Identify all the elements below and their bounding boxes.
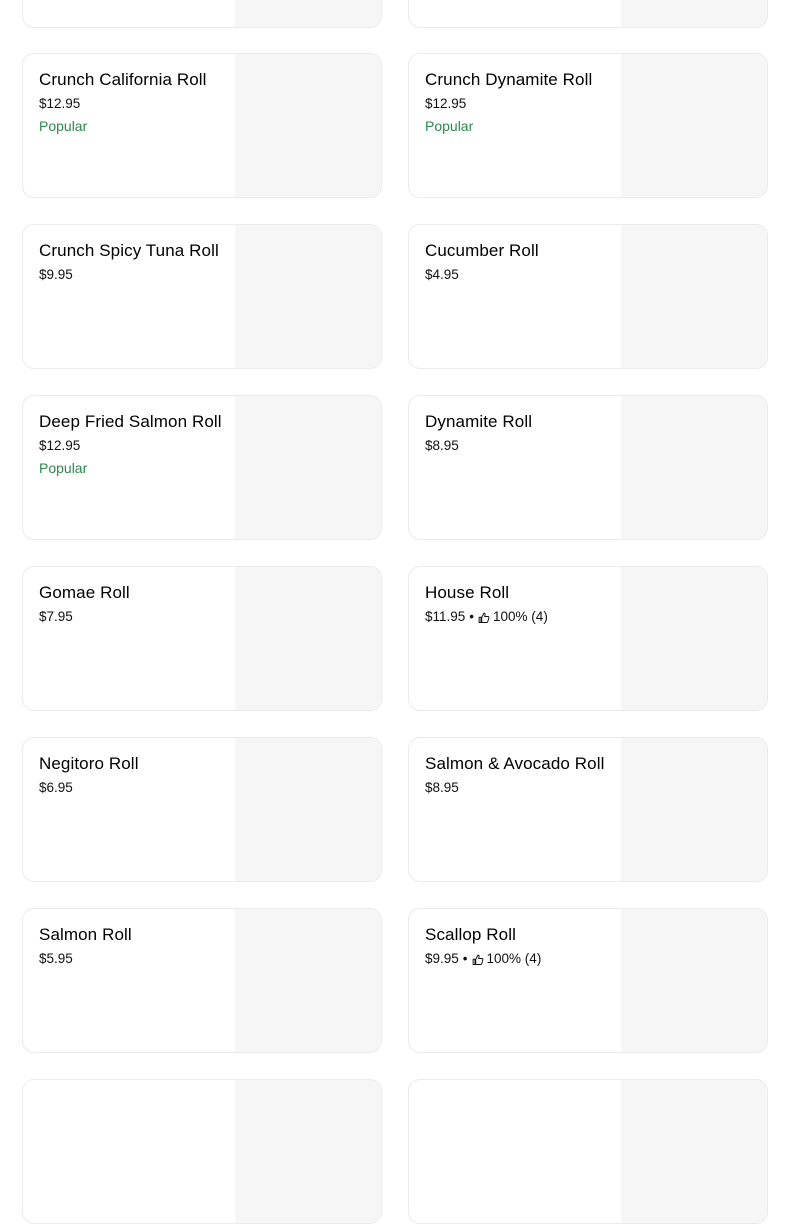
rating-separator: •: [469, 609, 475, 624]
menu-item-meta: $9.95 • 100% (4): [425, 950, 607, 968]
menu-item-card[interactable]: [22, 1079, 382, 1224]
menu-item-meta: $12.95: [425, 95, 607, 113]
menu-item-image: [621, 1080, 767, 1223]
menu-item-meta: $12.95: [39, 95, 221, 113]
menu-item-price: $9.95: [425, 951, 459, 966]
menu-item-card[interactable]: Crunch Dynamite Roll $12.95 Popular: [408, 53, 768, 198]
menu-item-image: [235, 1080, 381, 1223]
menu-item-info: Crunch Dynamite Roll $12.95 Popular: [425, 70, 607, 135]
menu-item-info: Negitoro Roll $6.95: [39, 754, 221, 797]
menu-item-name: Crunch California Roll: [39, 70, 207, 89]
menu-item-info: Crunch California Roll $12.95 Popular: [39, 70, 221, 135]
menu-item-price: $12.95: [39, 438, 81, 453]
menu-item-info: House Roll $11.95 • 100% (4): [425, 583, 607, 626]
menu-item-card[interactable]: [22, 0, 382, 28]
menu-item-name: House Roll: [425, 583, 510, 602]
menu-item-card[interactable]: Cucumber Roll $4.95: [408, 224, 768, 369]
menu-item-card[interactable]: [408, 0, 768, 28]
menu-item-rating: 100% (4): [493, 609, 548, 624]
menu-item-info: Salmon & Avocado Roll $8.95: [425, 754, 607, 797]
menu-item-price: $5.95: [39, 951, 73, 966]
menu-item-info: Cucumber Roll $4.95: [425, 241, 607, 284]
menu-item-meta: $8.95: [425, 779, 607, 797]
menu-item-name: Scallop Roll: [425, 925, 516, 944]
menu-item-meta: $6.95: [39, 779, 221, 797]
menu-item-meta: $12.95: [39, 437, 221, 455]
menu-item-info: Gomae Roll $7.95: [39, 583, 221, 626]
menu-item-name: Dynamite Roll: [425, 412, 533, 431]
menu-item-image: [621, 396, 767, 539]
menu-item-meta: $4.95: [425, 266, 607, 284]
menu-item-image: [235, 909, 381, 1052]
menu-item-price: $6.95: [39, 780, 73, 795]
menu-item-meta: $8.95: [425, 437, 607, 455]
popular-badge: Popular: [39, 460, 88, 476]
menu-item-grid: Crunch California Roll $12.95 Popular Crunc…: [0, 0, 804, 1224]
menu-item-price: $8.95: [425, 780, 459, 795]
menu-item-image: [235, 396, 381, 539]
menu-item-info: Crunch Spicy Tuna Roll $9.95: [39, 241, 221, 284]
menu-item-card[interactable]: [408, 1079, 768, 1224]
menu-item-card[interactable]: Deep Fried Salmon Roll $12.95 Popular: [22, 395, 382, 540]
popular-badge: Popular: [425, 118, 474, 134]
menu-item-info: Scallop Roll $9.95 • 100% (4): [425, 925, 607, 968]
menu-item-price: $11.95: [425, 609, 466, 624]
menu-item-name: Salmon Roll: [39, 925, 132, 944]
menu-item-meta: $5.95: [39, 950, 221, 968]
menu-item-card[interactable]: Crunch California Roll $12.95 Popular: [22, 53, 382, 198]
menu-item-card[interactable]: Crunch Spicy Tuna Roll $9.95: [22, 224, 382, 369]
menu-item-image: [621, 225, 767, 368]
menu-item-card[interactable]: House Roll $11.95 • 100% (4): [408, 566, 768, 711]
menu-item-image: [235, 225, 381, 368]
menu-item-price: $12.95: [425, 96, 467, 111]
menu-item-rating: 100% (4): [486, 951, 542, 966]
menu-item-price: $12.95: [39, 96, 81, 111]
menu-item-name: Crunch Dynamite Roll: [425, 70, 593, 89]
menu-item-name: Crunch Spicy Tuna Roll: [39, 241, 219, 260]
menu-item-image: [235, 738, 381, 881]
menu-item-image: [621, 0, 767, 27]
menu-item-image: [235, 567, 381, 710]
menu-item-meta: $11.95 • 100% (4): [425, 608, 607, 626]
menu-item-card[interactable]: Salmon & Avocado Roll $8.95: [408, 737, 768, 882]
menu-item-image: [235, 0, 381, 27]
thumbs-up-icon: [472, 953, 484, 965]
menu-item-card[interactable]: Scallop Roll $9.95 • 100% (4): [408, 908, 768, 1053]
popular-badge: Popular: [39, 118, 88, 134]
rating-separator: •: [462, 951, 468, 966]
menu-item-info: Salmon Roll $5.95: [39, 925, 221, 968]
menu-item-card[interactable]: Negitoro Roll $6.95: [22, 737, 382, 882]
menu-item-name: Deep Fried Salmon Roll: [39, 412, 222, 431]
menu-item-price: $7.95: [39, 609, 73, 624]
menu-item-price: $8.95: [425, 438, 459, 453]
menu-item-name: Salmon & Avocado Roll: [425, 754, 605, 773]
menu-item-name: Negitoro Roll: [39, 754, 139, 773]
menu-item-price: $9.95: [39, 267, 73, 282]
menu-item-card[interactable]: Salmon Roll $5.95: [22, 908, 382, 1053]
menu-item-price: $4.95: [425, 267, 459, 282]
menu-item-meta: $7.95: [39, 608, 221, 626]
menu-item-info: Deep Fried Salmon Roll $12.95 Popular: [39, 412, 222, 477]
menu-item-image: [621, 738, 767, 881]
menu-item-card[interactable]: Gomae Roll $7.95: [22, 566, 382, 711]
thumbs-up-icon: [478, 611, 490, 623]
menu-item-image: [235, 54, 381, 197]
menu-item-name: Gomae Roll: [39, 583, 130, 602]
menu-item-card[interactable]: Dynamite Roll $8.95: [408, 395, 768, 540]
menu-item-image: [621, 909, 767, 1052]
menu-item-meta: $9.95: [39, 266, 221, 284]
menu-item-image: [621, 54, 767, 197]
menu-item-info: Dynamite Roll $8.95: [425, 412, 607, 455]
menu-item-image: [621, 567, 767, 710]
menu-item-name: Cucumber Roll: [425, 241, 539, 260]
